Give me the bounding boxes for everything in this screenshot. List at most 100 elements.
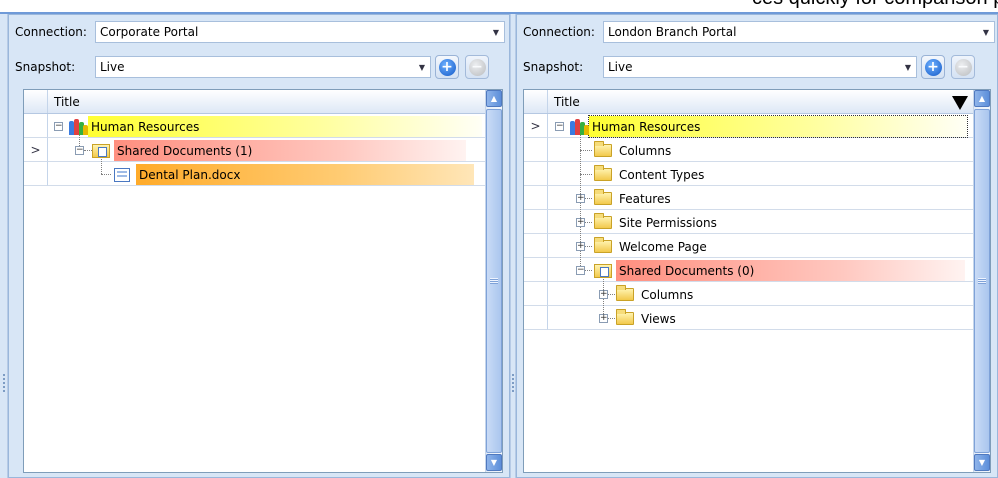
tree-node-shared-documents[interactable]: Shared Documents (1)	[92, 139, 466, 162]
left-scroll-thumb[interactable]	[486, 109, 502, 453]
site-icon	[68, 118, 88, 135]
tree-node-dental-plan[interactable]: Dental Plan.docx	[114, 163, 474, 186]
folder-icon	[594, 165, 612, 181]
tree-connector	[101, 174, 111, 175]
right-title-column-header[interactable]: Title	[548, 95, 580, 109]
left-comparison-pane: Connection: Corporate Portal ▼ Snapshot:…	[8, 14, 510, 478]
left-tree-grid: Title > − Human Resources − Shared Docum…	[23, 89, 503, 473]
node-label: Columns	[619, 143, 672, 158]
file-icon	[114, 167, 130, 182]
document-library-icon	[92, 143, 110, 158]
right-connection-value: London Branch Portal	[608, 25, 737, 39]
right-row-indicator[interactable]	[524, 210, 548, 234]
tree-node-human-resources[interactable]: Human Resources	[68, 115, 482, 138]
left-title-column-header[interactable]: Title	[48, 95, 80, 109]
tree-node-human-resources[interactable]: Human Resources	[569, 115, 968, 138]
chevron-down-icon[interactable]: ▼	[488, 22, 504, 42]
right-remove-snapshot-button[interactable]: −	[951, 55, 975, 79]
site-icon	[569, 118, 589, 135]
tree-node-welcome-page[interactable]: Welcome Page	[594, 235, 710, 258]
right-connection-combo[interactable]: London Branch Portal ▼	[603, 21, 995, 43]
left-connection-value: Corporate Portal	[100, 25, 199, 39]
expand-toggle-icon[interactable]: +	[576, 194, 585, 203]
tree-node-site-permissions[interactable]: Site Permissions	[594, 211, 720, 234]
right-row-indicator[interactable]	[524, 282, 548, 306]
node-label: Content Types	[619, 167, 705, 182]
expand-toggle-icon[interactable]: +	[576, 242, 585, 251]
right-add-snapshot-button[interactable]: +	[921, 55, 945, 79]
collapse-toggle-icon[interactable]: −	[75, 146, 84, 155]
node-label: Columns	[641, 287, 694, 302]
left-snapshot-value: Live	[100, 60, 125, 74]
node-label: Human Resources	[88, 116, 482, 137]
right-tree-grid: Title > − Human Resources Columns Conten…	[523, 89, 991, 473]
left-snapshot-combo[interactable]: Live ▼	[95, 56, 431, 78]
right-row-indicator[interactable]	[524, 138, 548, 162]
right-row-indicator[interactable]	[524, 306, 548, 330]
left-vertical-scrollbar[interactable]: ▲ ▼	[485, 90, 502, 472]
right-row-indicator[interactable]	[524, 234, 548, 258]
node-label: Shared Documents (1)	[114, 140, 466, 161]
right-scroll-thumb[interactable]	[974, 109, 990, 453]
caption-fragment: ces quickly for comparison purposes	[752, 0, 998, 10]
left-snapshot-label: Snapshot:	[15, 60, 76, 74]
tree-node-library-columns[interactable]: Columns	[616, 283, 696, 306]
plus-circle-icon: +	[924, 58, 942, 76]
right-snapshot-row: Snapshot: Live ▼	[523, 55, 917, 79]
tree-connector	[607, 318, 615, 319]
tree-connector	[580, 150, 592, 151]
right-row-indicator[interactable]	[524, 258, 548, 282]
right-row-indicator[interactable]	[524, 186, 548, 210]
right-vertical-scrollbar[interactable]: ▲ ▼	[973, 90, 990, 472]
node-label: Welcome Page	[619, 239, 707, 254]
collapse-toggle-icon[interactable]: −	[576, 266, 585, 275]
left-connection-combo[interactable]: Corporate Portal ▼	[95, 21, 505, 43]
tree-node-features[interactable]: Features	[594, 187, 674, 210]
right-indicator-header	[524, 90, 548, 113]
right-row-indicator[interactable]	[524, 162, 548, 186]
right-grid-header: Title	[524, 90, 973, 114]
left-row-indicator[interactable]: >	[24, 138, 48, 162]
right-connection-label: Connection:	[523, 25, 595, 39]
chevron-down-icon[interactable]: ▼	[414, 57, 430, 77]
scroll-down-icon[interactable]: ▼	[974, 454, 990, 471]
left-connection-label: Connection:	[15, 25, 87, 39]
left-snapshot-row: Snapshot: Live ▼	[15, 55, 431, 79]
left-row-indicator[interactable]	[24, 162, 48, 186]
right-comparison-pane: Connection: London Branch Portal ▼ Snaps…	[516, 14, 998, 478]
chevron-down-icon[interactable]: ▼	[900, 57, 916, 77]
scroll-down-icon[interactable]: ▼	[486, 454, 502, 471]
sort-descending-icon[interactable]	[952, 96, 968, 110]
left-row-indicator[interactable]	[24, 114, 48, 138]
left-add-snapshot-button[interactable]: +	[435, 55, 459, 79]
scroll-up-icon[interactable]: ▲	[486, 90, 502, 107]
folder-icon	[594, 141, 612, 157]
left-remove-snapshot-button[interactable]: −	[465, 55, 489, 79]
tree-node-columns[interactable]: Columns	[594, 139, 674, 162]
right-snapshot-value: Live	[608, 60, 633, 74]
scroll-up-icon[interactable]: ▲	[974, 90, 990, 107]
left-indicator-column: >	[24, 114, 48, 186]
tree-node-shared-documents[interactable]: Shared Documents (0)	[594, 259, 965, 282]
tree-connector	[580, 174, 592, 175]
collapse-toggle-icon[interactable]: −	[54, 122, 63, 131]
tree-node-content-types[interactable]: Content Types	[594, 163, 707, 186]
right-snapshot-label: Snapshot:	[523, 60, 584, 74]
expand-toggle-icon[interactable]: +	[599, 314, 608, 323]
left-grip	[3, 374, 5, 392]
minus-circle-icon: −	[954, 58, 972, 76]
right-row-indicator[interactable]: >	[524, 114, 548, 138]
collapse-toggle-icon[interactable]: −	[555, 122, 564, 131]
expand-toggle-icon[interactable]: +	[599, 290, 608, 299]
left-edge-splitter[interactable]	[0, 14, 8, 478]
left-connection-row: Connection: Corporate Portal ▼	[15, 20, 505, 44]
tree-connector	[584, 246, 592, 247]
right-connection-row: Connection: London Branch Portal ▼	[523, 20, 995, 44]
chevron-down-icon[interactable]: ▼	[978, 22, 994, 42]
tree-connector	[584, 222, 592, 223]
expand-toggle-icon[interactable]: +	[576, 218, 585, 227]
node-label: Shared Documents (0)	[616, 260, 965, 281]
right-indicator-column: >	[524, 114, 548, 330]
right-snapshot-combo[interactable]: Live ▼	[603, 56, 917, 78]
tree-node-views[interactable]: Views	[616, 307, 679, 330]
